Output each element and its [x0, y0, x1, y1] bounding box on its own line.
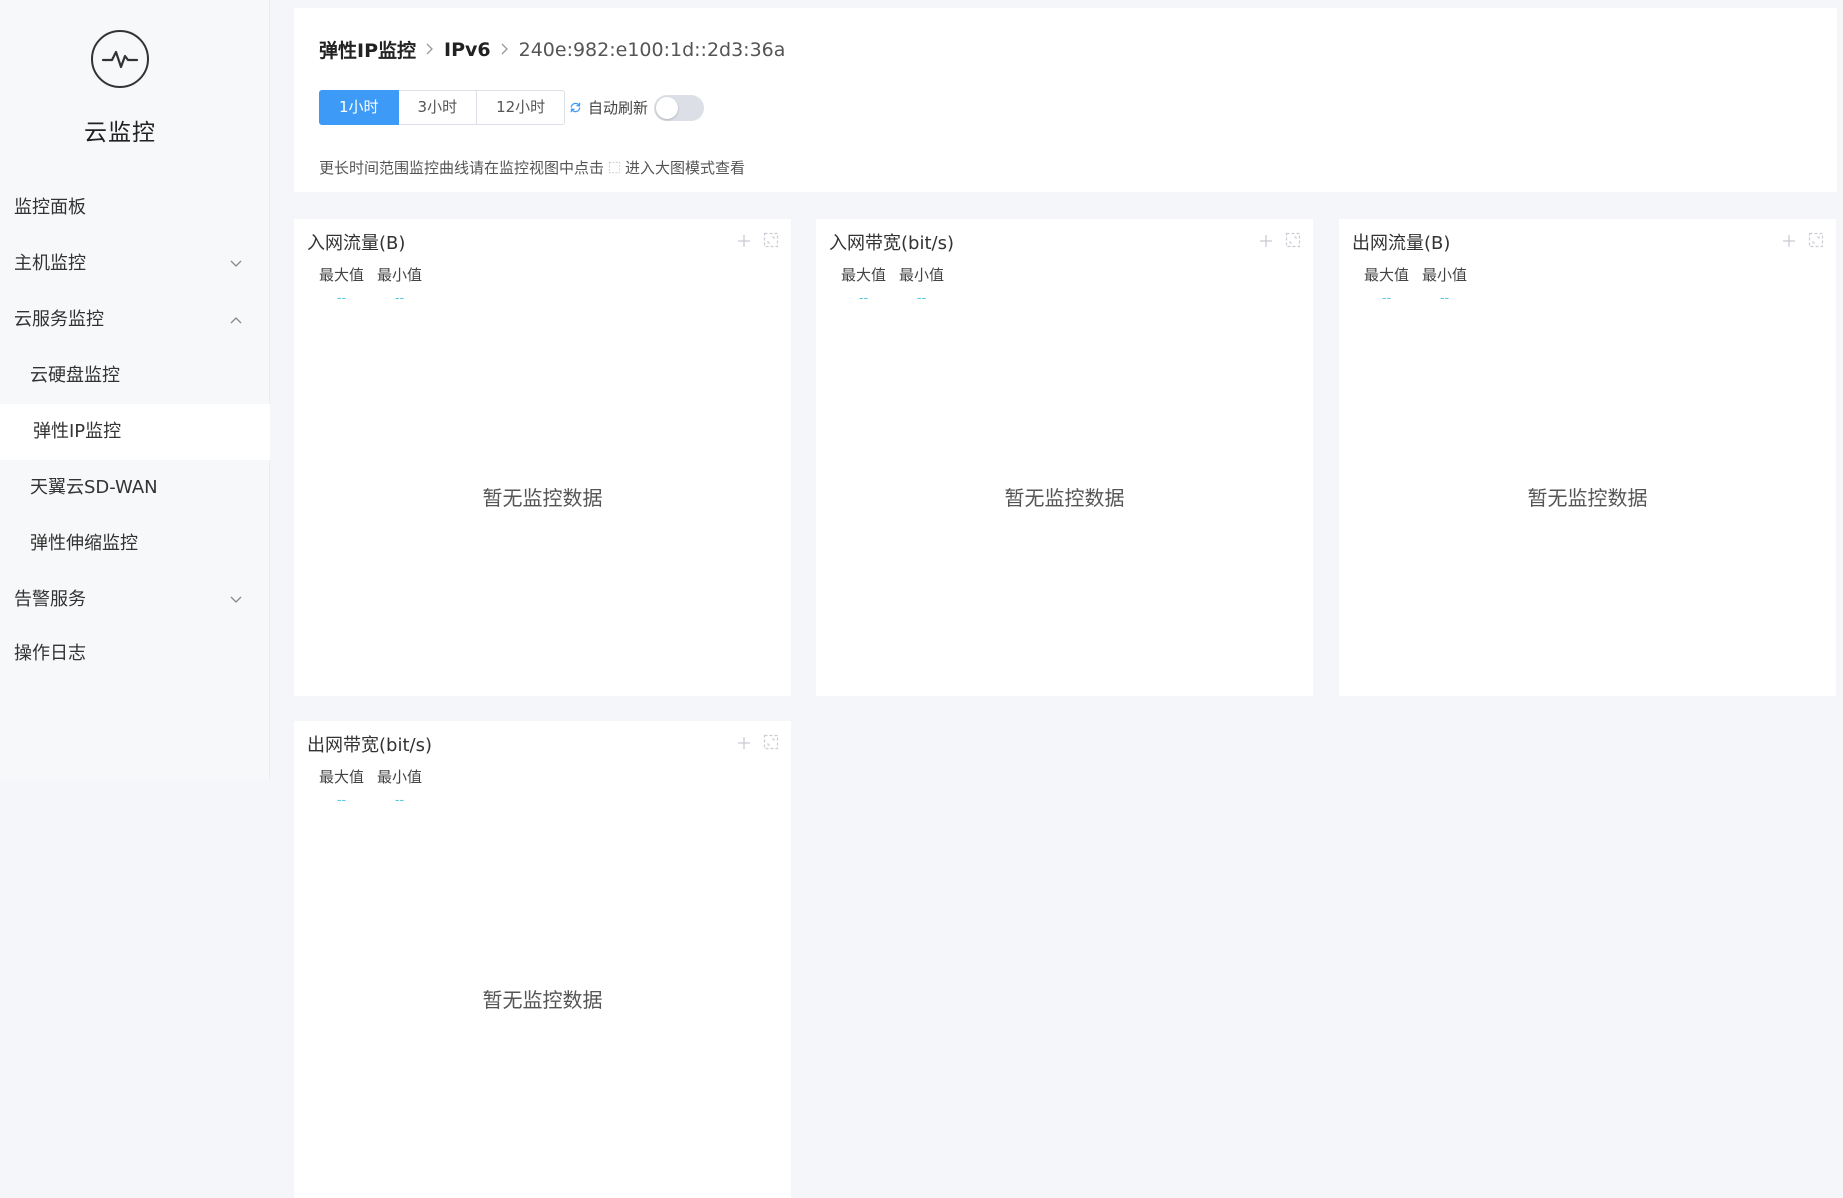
- stat-max-value: --: [1381, 291, 1392, 306]
- fullscreen-icon[interactable]: [763, 232, 779, 252]
- chart-tools: [1259, 232, 1301, 252]
- stat-min-value: --: [1439, 291, 1450, 306]
- sidebar-item-label: 云硬盘监控: [30, 365, 120, 386]
- pulse-circle-icon: [91, 30, 149, 88]
- auto-refresh-label: 自动刷新: [588, 99, 649, 117]
- stat-min: 最小值 --: [377, 264, 422, 306]
- chart-tools: [737, 734, 779, 754]
- empty-state-text: 暂无监控数据: [1004, 486, 1125, 510]
- auto-refresh: 自动刷新: [569, 90, 705, 125]
- time-range-tabs: 1小时 3小时 12小时: [319, 90, 566, 125]
- chart-card-outbound-bandwidth: 出网带宽(bit/s) 最大值 -- 最小值 -- 暂无监控数据: [294, 721, 791, 1198]
- stat-max: 最大值 --: [841, 264, 886, 306]
- toggle-knob: [656, 96, 679, 119]
- fullscreen-icon: [608, 161, 621, 174]
- sidebar-item-label: 云服务监控: [14, 309, 104, 330]
- sidebar-item-label: 弹性IP监控: [33, 421, 122, 442]
- empty-state-text: 暂无监控数据: [482, 486, 603, 510]
- sidebar-item-autoscaling-monitor[interactable]: 弹性伸缩监控: [0, 516, 270, 572]
- stat-max: 最大值 --: [1364, 264, 1409, 306]
- stat-min: 最小值 --: [377, 766, 422, 808]
- sidebar-nav: 监控面板 主机监控 云服务监控 云硬盘监控 弹性IP监控 天翼云SD-WAN 弹…: [0, 180, 270, 680]
- chart-card-outbound-traffic: 出网流量(B) 最大值 -- 最小值 -- 暂无监控数据: [1339, 219, 1836, 696]
- chevron-right-icon: [501, 40, 509, 59]
- sidebar-item-alarm-service[interactable]: 告警服务: [0, 572, 270, 628]
- stat-min-value: --: [394, 291, 405, 306]
- stat-min-label: 最小值: [899, 266, 945, 284]
- sidebar-item-label: 主机监控: [14, 253, 86, 274]
- chart-stats: 最大值 -- 最小值 --: [319, 264, 422, 306]
- stat-max-value: --: [336, 291, 347, 306]
- stat-max-value: --: [858, 291, 869, 306]
- sidebar-item-sdwan[interactable]: 天翼云SD-WAN: [0, 460, 270, 516]
- stat-max-label: 最大值: [841, 266, 887, 284]
- hint-text-before: 更长时间范围监控曲线请在监控视图中点击: [319, 159, 605, 177]
- stat-max: 最大值 --: [319, 264, 364, 306]
- stat-max-value: --: [336, 793, 347, 808]
- stat-min-label: 最小值: [377, 768, 423, 786]
- sidebar-item-label: 告警服务: [14, 589, 86, 610]
- sidebar-item-label: 弹性伸缩监控: [30, 533, 138, 554]
- chart-stats: 最大值 -- 最小值 --: [319, 766, 422, 808]
- time-range-3h-button[interactable]: 3小时: [398, 90, 478, 125]
- header-card: 弹性IP监控 IPv6 240e:982:e100:1d::2d3:36a 1小…: [294, 8, 1837, 192]
- sidebar-item-cloud-service-monitor[interactable]: 云服务监控: [0, 292, 270, 348]
- stat-min: 最小值 --: [1422, 264, 1467, 306]
- add-icon[interactable]: [1782, 233, 1796, 252]
- chart-stats: 最大值 -- 最小值 --: [1364, 264, 1467, 306]
- chart-card-inbound-traffic: 入网流量(B) 最大值 -- 最小值 -- 暂无监控数据: [294, 219, 791, 696]
- chart-stats: 最大值 -- 最小值 --: [841, 264, 944, 306]
- add-icon[interactable]: [1259, 233, 1273, 252]
- chart-tools: [1782, 232, 1824, 252]
- add-icon[interactable]: [737, 735, 751, 754]
- refresh-icon: [569, 101, 582, 114]
- empty-state-text: 暂无监控数据: [482, 988, 603, 1012]
- time-range-12h-button[interactable]: 12小时: [477, 90, 566, 125]
- hint-text: 更长时间范围监控曲线请在监控视图中点击 进入大图模式查看: [319, 157, 745, 178]
- sidebar-item-label: 天翼云SD-WAN: [30, 477, 158, 498]
- breadcrumb-ipv6-link[interactable]: IPv6: [444, 39, 491, 61]
- chart-tools: [737, 232, 779, 252]
- app-title: 云监控: [84, 120, 156, 146]
- sidebar-item-disk-monitor[interactable]: 云硬盘监控: [0, 348, 270, 404]
- fullscreen-icon[interactable]: [1285, 232, 1301, 252]
- breadcrumb-eip-link[interactable]: 弹性IP监控: [319, 36, 416, 63]
- fullscreen-icon[interactable]: [763, 734, 779, 754]
- empty-state-text: 暂无监控数据: [1527, 486, 1648, 510]
- stat-max-label: 最大值: [319, 768, 365, 786]
- logo-area: 云监控: [0, 0, 270, 160]
- stat-min-label: 最小值: [377, 266, 423, 284]
- chart-title: 出网带宽(bit/s): [307, 735, 432, 756]
- chevron-right-icon: [426, 40, 434, 59]
- sidebar-item-dashboard[interactable]: 监控面板: [0, 180, 270, 236]
- sidebar-item-eip-monitor[interactable]: 弹性IP监控: [0, 404, 270, 460]
- chart-title: 入网流量(B): [307, 233, 406, 254]
- stat-max-label: 最大值: [1364, 266, 1410, 284]
- chart-title: 出网流量(B): [1352, 233, 1451, 254]
- hint-text-after: 进入大图模式查看: [625, 159, 746, 177]
- chart-title: 入网带宽(bit/s): [829, 233, 954, 254]
- sidebar-item-label: 监控面板: [14, 197, 86, 218]
- chevron-down-icon: [230, 572, 242, 628]
- sidebar: 云监控 监控面板 主机监控 云服务监控 云硬盘监控 弹性IP监控 天翼云SD-W…: [0, 0, 270, 780]
- sidebar-item-host-monitor[interactable]: 主机监控: [0, 236, 270, 292]
- breadcrumb-current-address: 240e:982:e100:1d::2d3:36a: [518, 38, 786, 61]
- stat-min-value: --: [916, 291, 927, 306]
- sidebar-item-operation-log[interactable]: 操作日志: [0, 628, 270, 680]
- stat-max: 最大值 --: [319, 766, 364, 808]
- stat-min-value: --: [394, 793, 405, 808]
- sidebar-item-label: 操作日志: [14, 643, 86, 664]
- stat-min-label: 最小值: [1422, 266, 1468, 284]
- stat-min: 最小值 --: [899, 264, 944, 306]
- chevron-down-icon: [230, 236, 242, 292]
- fullscreen-icon[interactable]: [1808, 232, 1824, 252]
- auto-refresh-toggle[interactable]: [654, 94, 705, 121]
- chart-card-inbound-bandwidth: 入网带宽(bit/s) 最大值 -- 最小值 -- 暂无监控数据: [816, 219, 1313, 696]
- add-icon[interactable]: [737, 233, 751, 252]
- time-range-1h-button[interactable]: 1小时: [319, 90, 399, 125]
- breadcrumb: 弹性IP监控 IPv6 240e:982:e100:1d::2d3:36a: [319, 36, 785, 63]
- chevron-up-icon: [230, 292, 242, 348]
- stat-max-label: 最大值: [319, 266, 365, 284]
